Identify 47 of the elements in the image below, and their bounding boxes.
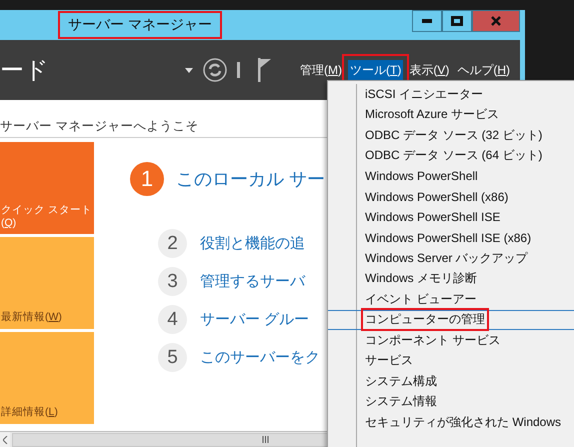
dropdown-item[interactable]: Windows PowerShell: [328, 166, 574, 186]
menu-item[interactable]: 表示(V): [407, 60, 452, 80]
dropdown-item[interactable]: イベント ビューアー: [328, 289, 574, 310]
step-number: 2: [158, 229, 187, 258]
step-number: 5: [158, 343, 187, 372]
grip-icon: [262, 436, 269, 443]
separator-icon: [236, 62, 240, 78]
window-title: サーバー マネージャー: [58, 11, 222, 39]
dropdown-item[interactable]: ODBC データ ソース (32 ビット): [328, 125, 574, 146]
maximize-button[interactable]: [442, 10, 472, 32]
close-button[interactable]: [472, 10, 520, 32]
menu-item[interactable]: ヘルプ(H): [455, 60, 512, 80]
close-icon: [491, 16, 501, 26]
step-link[interactable]: サーバー グルー: [200, 310, 310, 329]
step-number: 4: [158, 305, 187, 334]
nav-tile[interactable]: 最新情報(W): [0, 237, 94, 329]
step-link[interactable]: 役割と機能の追: [200, 234, 305, 253]
dropdown-item[interactable]: システム情報: [328, 392, 574, 412]
dropdown-item[interactable]: Windows Server バックアップ: [328, 248, 574, 268]
dropdown-item[interactable]: ODBC データ ソース (64 ビット): [328, 146, 574, 166]
refresh-icon[interactable]: [202, 58, 227, 82]
dropdown-item[interactable]: Windows PowerShell ISE (x86): [328, 228, 574, 248]
step-link[interactable]: このサーバーをク: [200, 348, 320, 367]
dropdown-item[interactable]: Windows PowerShell ISE: [328, 207, 574, 228]
menu-item[interactable]: ツール(T): [348, 60, 404, 80]
dropdown-item[interactable]: iSCSI イニシエーター: [328, 84, 574, 104]
dropdown-item[interactable]: Microsoft Azure サービス: [328, 104, 574, 125]
flag-icon[interactable]: [258, 58, 272, 82]
nav-tile[interactable]: 詳細情報(L): [0, 332, 94, 424]
step-link[interactable]: 管理するサーバ: [200, 272, 305, 291]
minimize-icon: [422, 19, 432, 23]
dropdown-caret-icon[interactable]: [184, 68, 193, 72]
page-title: ード: [0, 56, 49, 86]
dropdown-item[interactable]: サービス: [328, 350, 574, 371]
step-number: 3: [158, 267, 187, 296]
dropdown-item[interactable]: Windows PowerShell (x86): [328, 186, 574, 207]
dropdown-item[interactable]: セキュリティが強化された Windows: [328, 412, 574, 432]
dropdown-item[interactable]: Windows メモリ診断: [328, 268, 574, 289]
step-link[interactable]: このローカル サー: [176, 167, 326, 191]
dropdown-item[interactable]: システム構成: [328, 371, 574, 392]
minimize-button[interactable]: [412, 10, 442, 32]
scroll-left-icon[interactable]: [2, 436, 8, 444]
maximize-icon: [451, 16, 463, 26]
welcome-heading: サーバー マネージャーへようこそ: [0, 118, 198, 135]
dropdown-item[interactable]: コンポーネント サービス: [328, 330, 574, 350]
menu-item[interactable]: 管理(M): [298, 60, 344, 80]
step-number: 1: [130, 162, 164, 196]
